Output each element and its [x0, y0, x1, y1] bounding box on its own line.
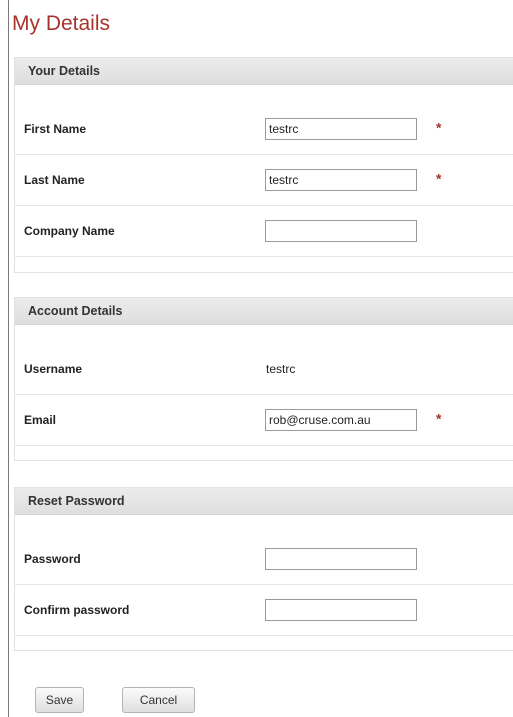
email-row: Email * [14, 395, 513, 446]
username-label: Username [24, 362, 83, 376]
cancel-button[interactable]: Cancel [122, 687, 195, 713]
password-label: Password [24, 552, 81, 566]
company-name-label: Company Name [24, 224, 115, 238]
reset-password-heading: Reset Password [15, 488, 513, 515]
account-details-heading: Account Details [15, 298, 513, 325]
first-name-field[interactable] [265, 118, 417, 140]
required-marker: * [436, 119, 442, 136]
email-field[interactable] [265, 409, 417, 431]
password-field[interactable] [265, 548, 417, 570]
username-row: Username testrc [14, 344, 513, 395]
required-marker: * [436, 170, 442, 187]
last-name-label: Last Name [24, 173, 85, 187]
required-marker: * [436, 410, 442, 427]
username-value: testrc [266, 362, 296, 376]
confirm-password-row: Confirm password [14, 585, 513, 636]
confirm-password-label: Confirm password [24, 603, 130, 617]
password-row: Password [14, 534, 513, 585]
last-name-field[interactable] [265, 169, 417, 191]
company-name-row: Company Name [14, 206, 513, 257]
company-name-field[interactable] [265, 220, 417, 242]
confirm-password-field[interactable] [265, 599, 417, 621]
email-label: Email [24, 413, 57, 427]
your-details-heading: Your Details [15, 58, 513, 85]
page-left-border [8, 0, 9, 717]
first-name-label: First Name [24, 122, 87, 136]
page-title: My Details [12, 12, 111, 35]
first-name-row: First Name * [14, 104, 513, 155]
last-name-row: Last Name * [14, 155, 513, 206]
save-button[interactable]: Save [35, 687, 84, 713]
